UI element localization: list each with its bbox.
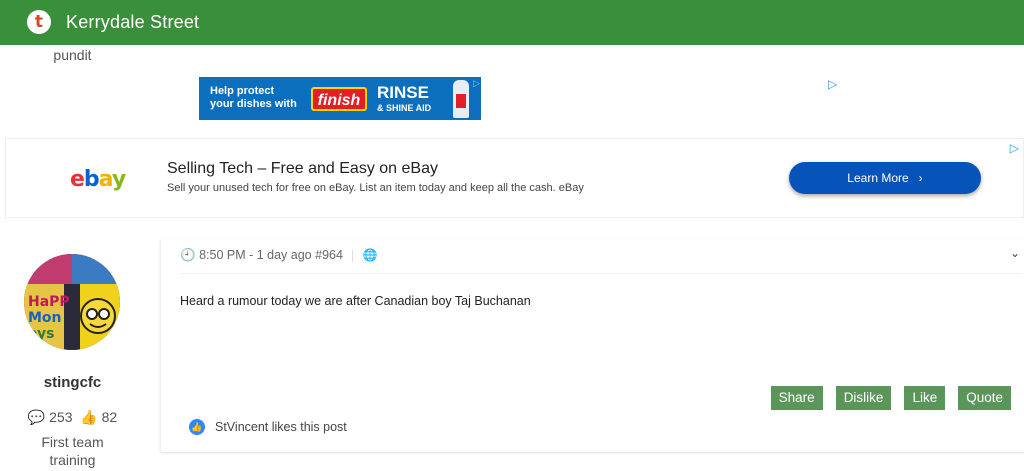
author-stats: 💬 253 👍 82 xyxy=(0,409,145,426)
thumbs-up-icon: 👍 xyxy=(189,419,205,435)
forum-title[interactable]: Kerrydale Street xyxy=(66,12,199,33)
post-author-username[interactable]: stingcfc xyxy=(0,374,145,391)
post-actions: Share Dislike Like Quote xyxy=(770,386,1011,410)
clock-icon: 🕘 xyxy=(180,248,196,262)
post-card: 🕘 8:50 PM - 1 day ago #964 🌐 ⌄ Heard a r… xyxy=(160,240,1024,452)
like-button[interactable]: Like xyxy=(904,386,946,410)
finish-ad-banner[interactable]: Help protect your dishes with finish RINS… xyxy=(199,77,481,120)
like-count: 82 xyxy=(101,409,118,425)
adchoices-icon[interactable]: ▷ xyxy=(828,77,837,91)
post-number[interactable]: #964 xyxy=(315,248,343,262)
post-divider xyxy=(180,273,1022,274)
svg-text:ays: ays xyxy=(28,326,54,342)
chevron-right-icon: › xyxy=(912,171,923,185)
adchoices-icon[interactable]: ▷ xyxy=(473,78,480,89)
author-rank: First team training xyxy=(41,434,104,468)
ad-product: RINSE xyxy=(377,83,429,102)
svg-text:Mon: Mon xyxy=(28,310,62,326)
top-bar: t Kerrydale Street xyxy=(0,0,1024,45)
post-meta: 🕘 8:50 PM - 1 day ago #964 🌐 xyxy=(180,248,378,263)
quote-button[interactable]: Quote xyxy=(958,386,1011,410)
learn-more-button[interactable]: Learn More › xyxy=(789,162,981,194)
thumbs-up-icon: 👍 xyxy=(76,409,98,425)
svg-text:HaPP: HaPP xyxy=(28,294,70,310)
share-button[interactable]: Share xyxy=(770,386,823,410)
comment-icon: 💬 xyxy=(27,409,46,425)
ad-product-sub: & SHINE AID xyxy=(377,103,432,113)
adchoices-icon[interactable]: ▷ xyxy=(1010,141,1019,155)
comment-count: 253 xyxy=(49,409,73,425)
post-body: Heard a rumour today we are after Canadi… xyxy=(180,294,531,308)
tapatalk-logo-icon[interactable]: t xyxy=(27,10,51,34)
post-likes[interactable]: 👍 StVincent likes this post xyxy=(189,419,347,435)
ad-tagline: Help protect your dishes with xyxy=(210,85,297,110)
dislike-button[interactable]: Dislike xyxy=(835,386,892,410)
post-time: 8:50 PM - 1 day ago xyxy=(199,248,312,262)
ad-headline[interactable]: Selling Tech – Free and Easy on eBay xyxy=(167,160,438,178)
globe-icon: 🌐 xyxy=(362,248,378,262)
ad-description: Sell your unused tech for free on eBay. … xyxy=(167,182,584,194)
finish-logo: finish xyxy=(311,87,367,111)
bottle-image xyxy=(453,80,469,118)
chevron-down-icon[interactable]: ⌄ xyxy=(1010,246,1020,260)
previous-user-rank: pundit xyxy=(53,47,92,63)
likes-text: StVincent likes this post xyxy=(215,420,347,434)
meta-divider xyxy=(352,249,354,262)
ebay-ad-banner[interactable]: ebay Selling Tech – Free and Easy on eBa… xyxy=(5,138,1024,218)
ebay-logo: ebay xyxy=(70,167,126,192)
avatar[interactable]: HaPP Mon ays xyxy=(24,254,120,350)
